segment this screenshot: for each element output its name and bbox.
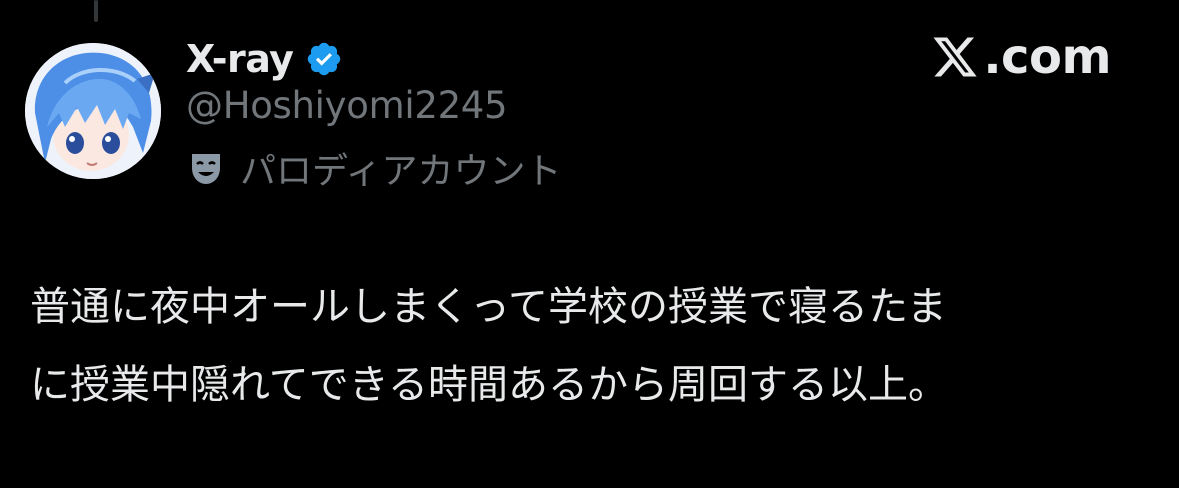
avatar[interactable] — [25, 43, 161, 179]
x-logo-icon — [933, 37, 977, 77]
post-text: 普通に夜中オールしまくって学校の授業で寝るたま に授業中隠れてできる時間あるから… — [30, 268, 1150, 424]
verified-badge-icon — [308, 42, 341, 76]
author-name-row[interactable]: X-ray — [186, 33, 343, 85]
parody-account-label: パロディアカウント — [186, 142, 561, 194]
parody-mask-icon — [192, 154, 220, 184]
avatar-image — [25, 43, 161, 179]
post-text-line-1: 普通に夜中オールしまくって学校の授業で寝るたま — [30, 284, 947, 330]
display-name[interactable]: X-ray — [186, 37, 294, 81]
x-dot-com-watermark: .com — [929, 22, 1111, 92]
post-text-line-2: に授業中隠れてできる時間あるから周回する以上。 — [30, 362, 948, 408]
author-handle[interactable]: @Hoshiyomi2245 — [186, 84, 508, 127]
parody-label-text: パロディアカウント — [240, 151, 562, 192]
brand-domain-text: .com — [983, 29, 1111, 85]
thread-connector-line — [94, 0, 98, 22]
